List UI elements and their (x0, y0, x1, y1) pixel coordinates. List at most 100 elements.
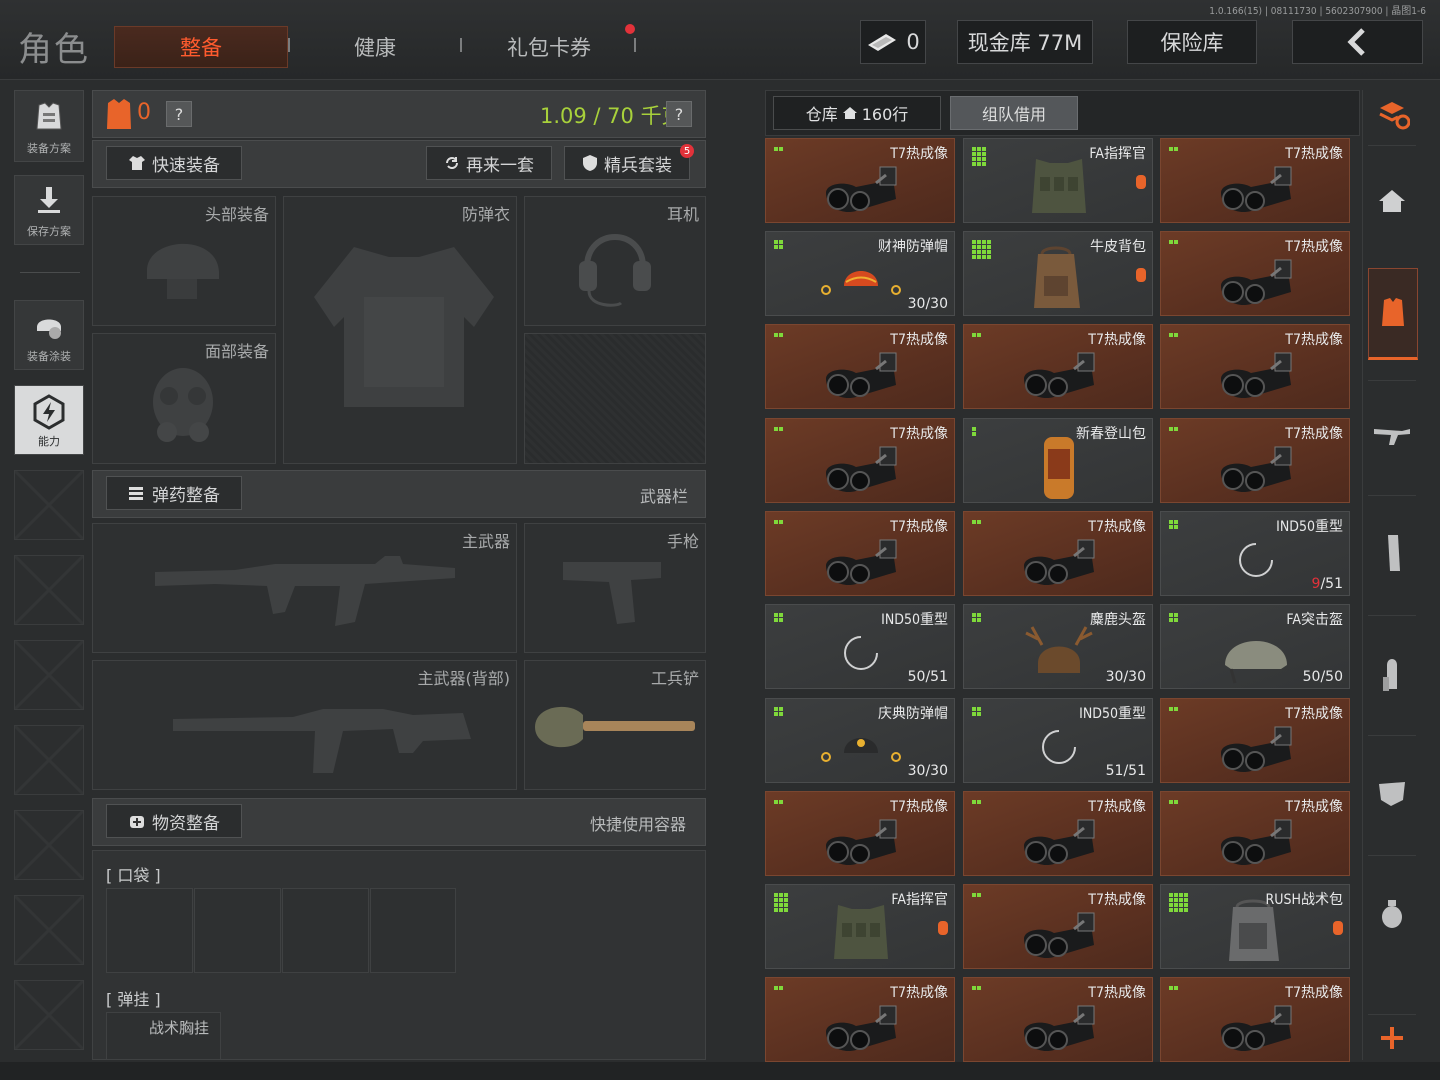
inventory-item[interactable]: T7热成像 (1160, 231, 1350, 316)
filter-ammo[interactable] (1368, 615, 1416, 730)
inventory-item[interactable]: T7热成像 (963, 324, 1153, 409)
inventory-item[interactable]: T7热成像 (963, 977, 1153, 1062)
item-size-indicator (1169, 613, 1178, 622)
loadout-plan-button[interactable]: 装备方案 (14, 90, 84, 162)
slot-vest[interactable]: 防弹衣 (283, 196, 517, 464)
ability-button[interactable]: 能力 (14, 385, 84, 455)
filter-magazine[interactable] (1368, 495, 1416, 610)
help-button[interactable]: ? (166, 101, 192, 127)
inventory-item[interactable]: 牛皮背包 (963, 231, 1153, 316)
inventory-item[interactable]: 庆典防弹帽 30/30 (765, 698, 955, 783)
slot-head[interactable]: 头部装备 (92, 196, 276, 326)
inventory-item[interactable]: IND50重型 51/51 (963, 698, 1153, 783)
inventory-item[interactable]: FA指挥官 (765, 884, 955, 969)
quick-equip-label: 快速装备 (152, 155, 220, 176)
slot-face[interactable]: 面部装备 (92, 333, 276, 464)
tab-equip[interactable]: 整备 (114, 26, 288, 68)
inventory-item[interactable]: 财神防弹帽 30/30 (765, 231, 955, 316)
inventory-item[interactable]: RUSH战术包 (1160, 884, 1350, 969)
again-button[interactable]: 再来一套 (426, 146, 552, 180)
inventory-item[interactable]: T7热成像 (963, 791, 1153, 876)
inventory-item[interactable]: T7热成像 (1160, 977, 1350, 1062)
item-name: T7热成像 (890, 426, 948, 442)
ammo-prep-label: 弹药整备 (152, 485, 220, 506)
loadout-plan-label: 装备方案 (27, 142, 71, 155)
supply-prep-button[interactable]: 物资整备 (106, 804, 242, 838)
ammo-icon (129, 487, 143, 500)
paint-helmet-icon (37, 319, 61, 339)
inventory-item[interactable]: T7热成像 (1160, 791, 1350, 876)
inventory-item[interactable]: T7热成像 (765, 138, 955, 223)
item-size-indicator (774, 427, 783, 431)
quick-equip-button[interactable]: 快速装备 (106, 146, 242, 180)
pocket-slot-1[interactable] (106, 888, 193, 973)
elite-set-label: 精兵套装 (604, 155, 672, 176)
inventory-item[interactable]: T7热成像 (1160, 418, 1350, 503)
rig-slot[interactable]: 战术胸挂 (106, 1012, 221, 1060)
inventory-item[interactable]: FA指挥官 (963, 138, 1153, 223)
inventory-item[interactable]: IND50重型 50/51 (765, 604, 955, 689)
item-durability: 50/51 (907, 669, 948, 685)
tab-warehouse-label: 仓库 (805, 105, 838, 124)
inventory-item[interactable]: T7热成像 (765, 791, 955, 876)
item-tag-icon (1333, 921, 1343, 935)
elite-set-button[interactable]: 精兵套装 (564, 146, 690, 180)
empty-slot (14, 470, 84, 540)
inventory-item[interactable]: T7热成像 (765, 324, 955, 409)
inventory-item[interactable]: T7热成像 (1160, 138, 1350, 223)
inventory-item[interactable]: T7热成像 (963, 511, 1153, 596)
equipment-paint-button[interactable]: 装备涂装 (14, 300, 84, 370)
item-name: T7热成像 (890, 985, 948, 1001)
currency-display[interactable]: 0 (860, 20, 926, 64)
item-size-indicator (1169, 800, 1178, 804)
filter-weapon[interactable] (1368, 380, 1416, 490)
tab-gift[interactable]: 礼包卡券 (462, 26, 636, 68)
weight-help-button[interactable]: ? (666, 101, 692, 127)
ammo-prep-button[interactable]: 弹药整备 (106, 476, 242, 510)
item-size-indicator (774, 240, 783, 249)
notification-dot (625, 24, 635, 34)
item-name: FA突击盔 (1286, 612, 1343, 628)
weight-display: 1.09 / 70 千克 (540, 104, 683, 128)
save-plan-button[interactable]: 保存方案 (14, 175, 84, 245)
tab-warehouse[interactable]: 仓库 160行 (773, 96, 941, 130)
safe-vault-button[interactable]: 保险库 (1127, 20, 1257, 64)
item-name: T7热成像 (1088, 892, 1146, 908)
shovel-icon (535, 706, 695, 748)
inventory-item[interactable]: FA突击盔 50/50 (1160, 604, 1350, 689)
slot-primary-back[interactable]: 主武器(背部) (92, 660, 517, 790)
filter-armor[interactable] (1368, 268, 1418, 360)
pocket-slot-3[interactable] (282, 888, 369, 973)
filter-home[interactable] (1368, 145, 1416, 255)
inventory-item[interactable]: T7热成像 (963, 884, 1153, 969)
pocket-slot-2[interactable] (194, 888, 281, 973)
item-size-indicator (972, 147, 986, 166)
inventory-item[interactable]: IND50重型 9/51 (1160, 511, 1350, 596)
item-size-indicator (1169, 986, 1178, 990)
inventory-item[interactable]: T7热成像 (1160, 324, 1350, 409)
tab-team-borrow[interactable]: 组队借用 (950, 96, 1078, 130)
slot-primary-weapon[interactable]: 主武器 (92, 523, 517, 653)
inventory-item[interactable]: T7热成像 (765, 511, 955, 596)
slot-shovel[interactable]: 工兵铲 (524, 660, 706, 790)
back-button[interactable] (1292, 20, 1423, 64)
cash-vault-button[interactable]: 现金库 77M (957, 20, 1093, 64)
sort-button[interactable] (1374, 96, 1412, 134)
filter-grenade[interactable] (1368, 855, 1416, 970)
inventory-item[interactable]: 新春登山包 (963, 418, 1153, 503)
inventory-item[interactable]: T7热成像 (765, 977, 955, 1062)
pocket-slot-4[interactable] (370, 888, 456, 973)
item-tag-icon (1136, 268, 1146, 282)
slot-earphone[interactable]: 耳机 (524, 196, 706, 326)
bottom-strip (0, 1062, 1440, 1080)
inventory-item[interactable]: T7热成像 (1160, 698, 1350, 783)
tab-health[interactable]: 健康 (290, 26, 460, 68)
inventory-item[interactable]: T7热成像 (765, 418, 955, 503)
slot-pistol[interactable]: 手枪 (524, 523, 706, 653)
item-name: T7热成像 (890, 799, 948, 815)
inventory-item[interactable]: 麋鹿头盔 30/30 (963, 604, 1153, 689)
ability-icon (33, 394, 65, 430)
filter-container[interactable] (1368, 735, 1416, 850)
add-button[interactable] (1368, 1014, 1416, 1060)
item-size-indicator (972, 427, 976, 436)
